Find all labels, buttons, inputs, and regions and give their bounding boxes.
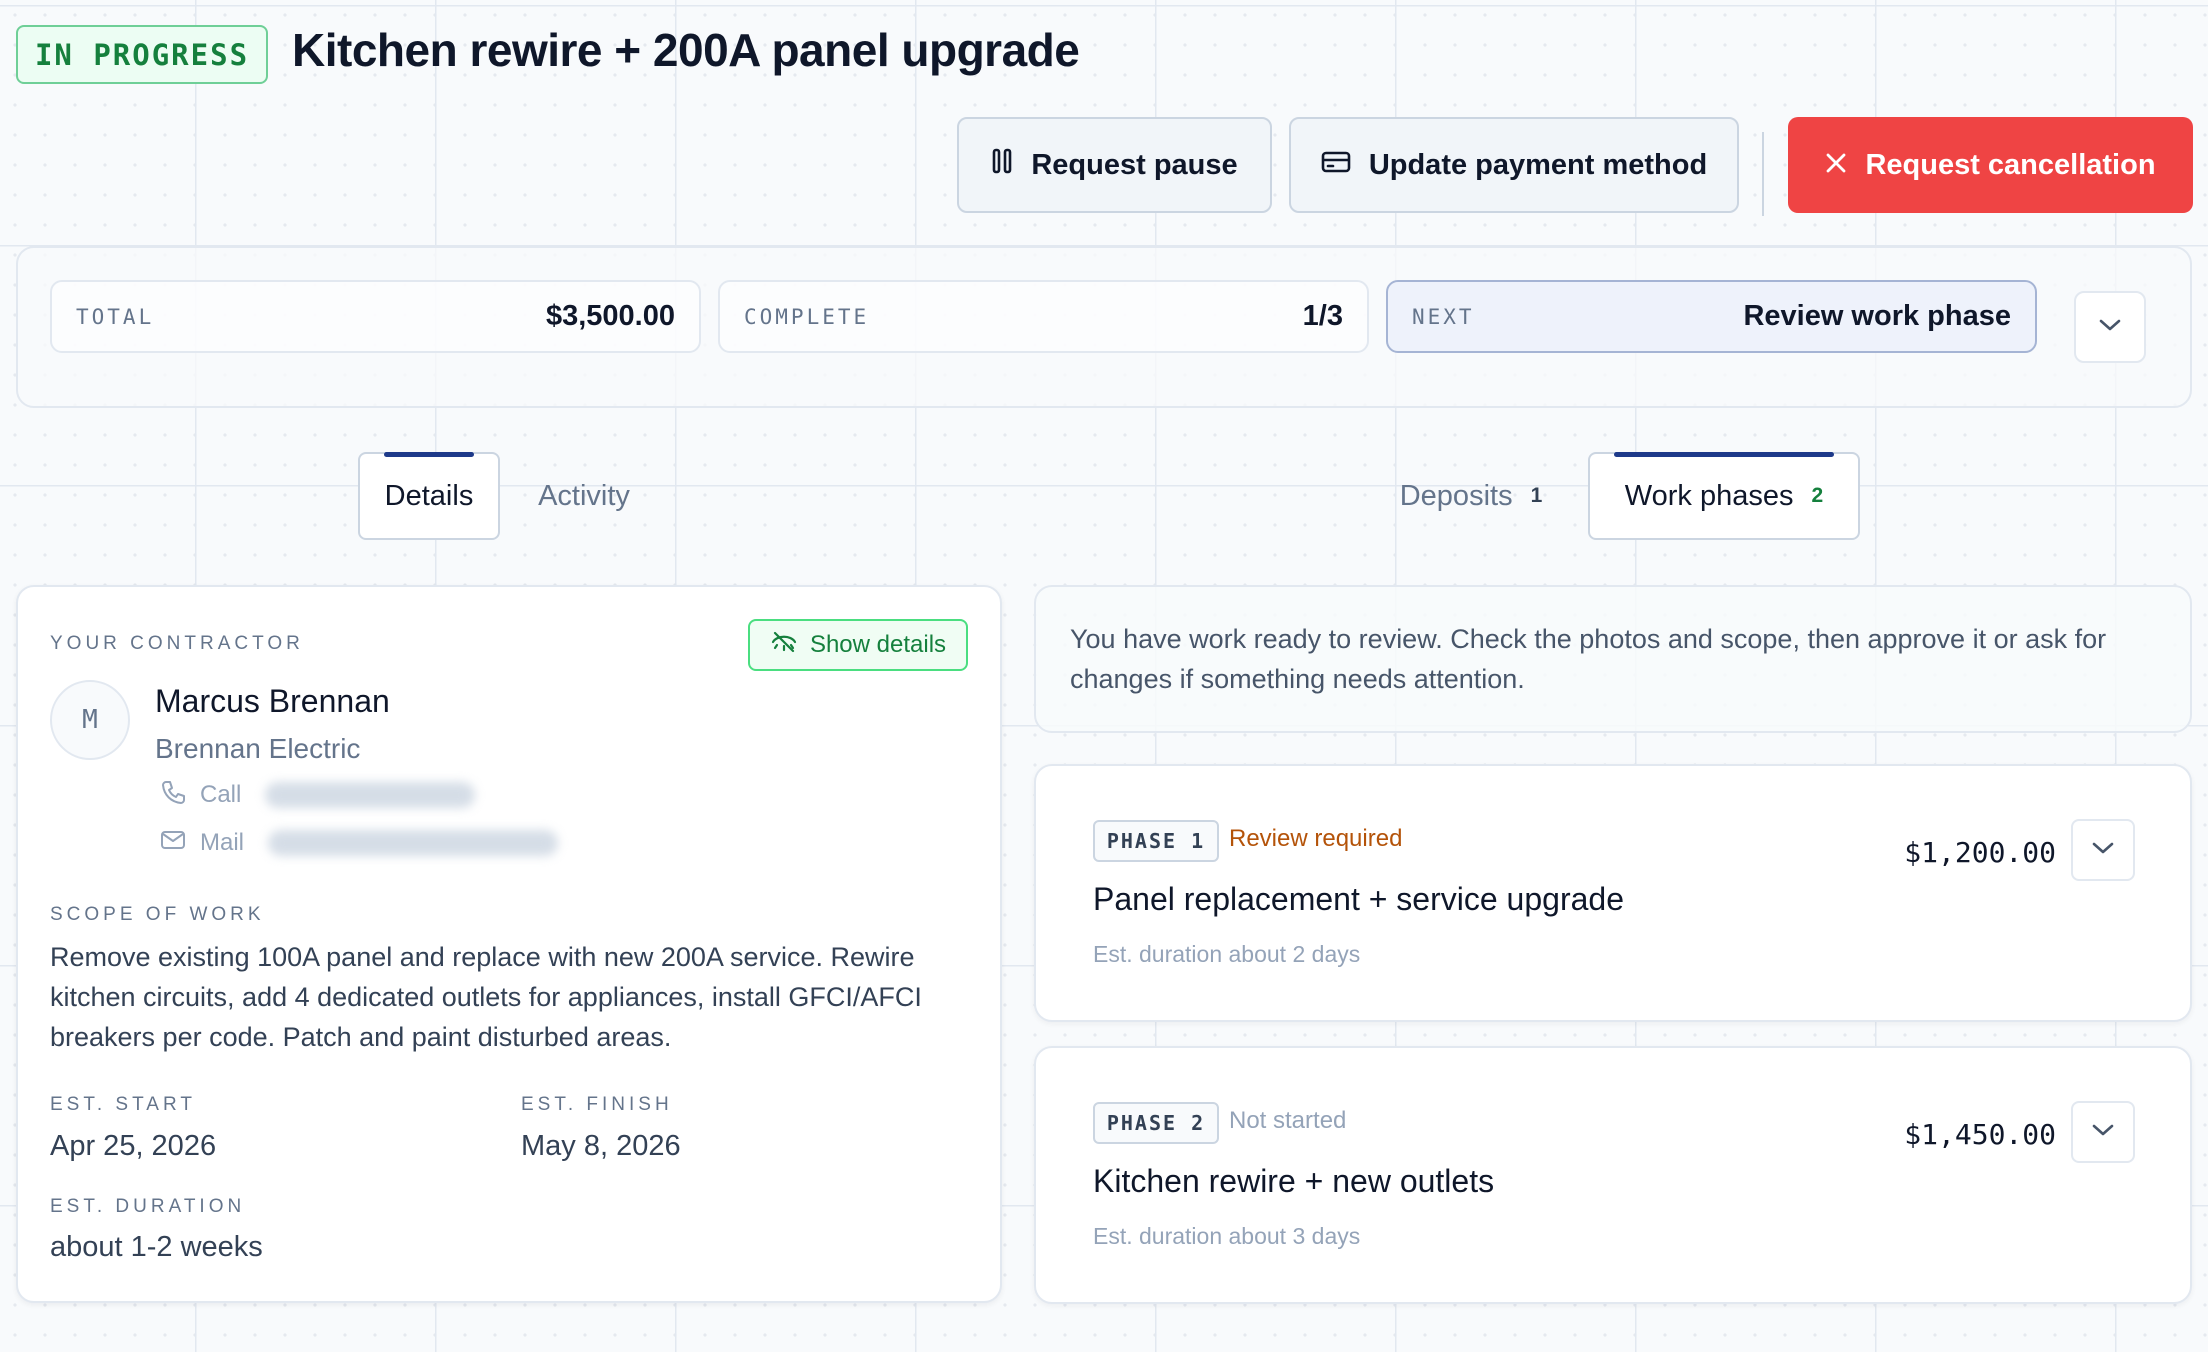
tab-work-phases-label: Work phases <box>1624 479 1794 512</box>
tab-deposits[interactable]: Deposits 1 <box>1376 452 1566 540</box>
phase-title: Panel replacement + service upgrade <box>1093 881 1624 917</box>
mail-contractor-link[interactable]: Mail <box>160 826 559 860</box>
redacted-phone <box>265 782 476 808</box>
est-start-value: Apr 25, 2026 <box>50 1130 217 1162</box>
tab-activity[interactable]: Activity <box>514 452 654 540</box>
phase-badge: PHASE 1 <box>1093 820 1219 862</box>
next-step-stat[interactable]: NEXT Review work phase <box>1386 280 2037 353</box>
show-details-label: Show details <box>809 631 947 658</box>
est-start-label: EST. START <box>50 1094 196 1115</box>
phase-status: Review required <box>1229 825 1403 852</box>
deposits-count-badge: 1 <box>1530 484 1543 507</box>
update-payment-button[interactable]: Update payment method <box>1289 117 1739 213</box>
contractor-section-label: YOUR CONTRACTOR <box>50 633 304 654</box>
avatar: M <box>50 680 130 760</box>
eye-off-icon <box>770 630 798 661</box>
est-duration-label: EST. DURATION <box>50 1196 246 1217</box>
mail-icon <box>160 829 186 858</box>
scope-label: SCOPE OF WORK <box>50 904 265 925</box>
est-finish-label: EST. FINISH <box>521 1094 673 1115</box>
tab-activity-label: Activity <box>538 479 630 512</box>
phase-card[interactable]: PHASE 2 Not started Kitchen rewire + new… <box>1034 1046 2192 1304</box>
chevron-down-icon <box>2091 1123 2115 1142</box>
phase-title: Kitchen rewire + new outlets <box>1093 1163 1495 1199</box>
phase-card[interactable]: PHASE 1 Review required Panel replacemen… <box>1034 764 2192 1022</box>
phase-duration: Est. duration about 3 days <box>1093 1223 1361 1249</box>
est-finish-value: May 8, 2026 <box>521 1130 681 1162</box>
work-phases-count-badge: 2 <box>1811 484 1824 507</box>
close-icon <box>1825 149 1847 182</box>
tab-deposits-label: Deposits <box>1399 479 1513 512</box>
chevron-down-icon <box>2091 841 2115 860</box>
mail-label: Mail <box>200 829 245 856</box>
request-pause-label: Request pause <box>1031 148 1238 181</box>
phase-price: $1,450.00 <box>1904 1118 2056 1151</box>
total-value: $3,500.00 <box>545 300 675 332</box>
show-details-button[interactable]: Show details <box>748 619 968 671</box>
phase-price: $1,200.00 <box>1904 836 2056 869</box>
tab-details-label: Details <box>384 479 474 512</box>
summary-expand-button[interactable] <box>2074 291 2146 363</box>
phase-duration: Est. duration about 2 days <box>1093 941 1361 967</box>
complete-label: COMPLETE <box>744 304 870 329</box>
review-notice: You have work ready to review. Check the… <box>1034 585 2192 733</box>
chevron-down-icon <box>2098 318 2122 337</box>
total-stat: TOTAL $3,500.00 <box>50 280 701 353</box>
call-label: Call <box>200 781 242 808</box>
tab-details[interactable]: Details <box>358 452 500 540</box>
actions-divider <box>1762 132 1764 216</box>
complete-stat: COMPLETE 1/3 <box>718 280 1369 353</box>
phone-icon <box>160 779 186 812</box>
update-payment-label: Update payment method <box>1368 148 1708 181</box>
est-duration-value: about 1-2 weeks <box>50 1231 263 1263</box>
next-value: Review work phase <box>1743 300 2011 332</box>
redacted-email <box>268 830 559 856</box>
request-cancellation-button[interactable]: Request cancellation <box>1788 117 2193 213</box>
request-pause-button[interactable]: Request pause <box>957 117 1272 213</box>
phase-status: Not started <box>1229 1107 1347 1134</box>
pause-icon <box>991 148 1013 182</box>
call-contractor-link[interactable]: Call <box>160 778 476 812</box>
credit-card-icon <box>1321 149 1351 182</box>
page-title: Kitchen rewire + 200A panel upgrade <box>292 24 1080 76</box>
phase-expand-button[interactable] <box>2071 819 2135 881</box>
scope-text: Remove existing 100A panel and replace w… <box>50 942 922 1052</box>
phase-badge: PHASE 2 <box>1093 1102 1219 1144</box>
status-badge: IN PROGRESS <box>16 25 268 84</box>
complete-value: 1/3 <box>1302 300 1343 332</box>
next-label: NEXT <box>1412 304 1475 329</box>
tab-work-phases[interactable]: Work phases 2 <box>1588 452 1860 540</box>
contractor-company: Brennan Electric <box>155 733 361 764</box>
contractor-name: Marcus Brennan <box>155 683 390 719</box>
request-cancellation-label: Request cancellation <box>1865 148 2156 181</box>
total-label: TOTAL <box>76 304 155 329</box>
phase-expand-button[interactable] <box>2071 1101 2135 1163</box>
